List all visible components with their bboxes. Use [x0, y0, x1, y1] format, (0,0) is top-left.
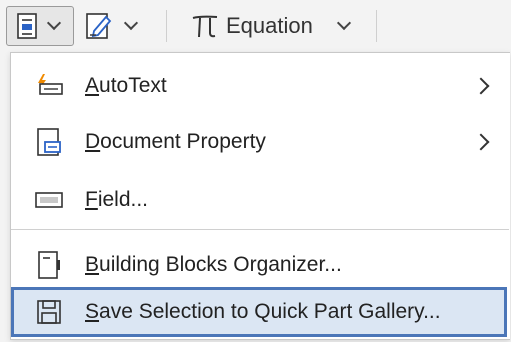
menu-item-label: ave Selection to Quick Part Gallery... — [99, 300, 441, 323]
accelerator-key: S — [85, 300, 100, 323]
accelerator-key: F — [85, 188, 98, 211]
menu-item-autotext[interactable]: AutoText — [11, 58, 509, 114]
chevron-down-icon — [46, 15, 62, 31]
signature-line-button[interactable] — [78, 6, 156, 46]
equation-button[interactable]: Equation — [184, 6, 374, 46]
document-property-icon — [33, 126, 65, 158]
menu-item-label: ocument Property — [100, 130, 266, 153]
menu-item-save-selection-to-gallery[interactable]: Save Selection to Quick Part Gallery... — [11, 287, 507, 337]
save-icon — [33, 296, 65, 328]
ribbon-toolbar: Equation — [0, 0, 511, 52]
signature-line-icon — [84, 11, 114, 41]
menu-item-document-property[interactable]: Document Property — [11, 114, 509, 170]
field-icon — [33, 184, 65, 216]
pi-icon — [190, 11, 220, 41]
building-blocks-icon — [33, 249, 65, 281]
menu-item-label: utoText — [99, 74, 167, 97]
chevron-right-icon — [472, 77, 490, 95]
toolbar-separator — [376, 10, 377, 42]
accelerator-key: D — [85, 130, 101, 153]
toolbar-separator — [166, 10, 167, 42]
menu-item-field[interactable]: Field... — [11, 172, 509, 228]
quick-parts-menu: AutoText Document Property Field... Buil… — [10, 52, 510, 340]
accelerator-key: B — [85, 253, 100, 276]
accelerator-key: A — [85, 74, 100, 97]
quick-parts-icon — [15, 12, 39, 40]
quick-parts-button[interactable] — [6, 6, 74, 46]
menu-divider — [11, 229, 509, 230]
chevron-down-icon — [123, 15, 139, 31]
chevron-down-icon — [336, 15, 351, 31]
chevron-right-icon — [472, 133, 490, 151]
menu-item-label: uilding Blocks Organizer... — [99, 253, 342, 276]
autotext-icon — [33, 70, 65, 102]
menu-item-label: ield... — [97, 188, 149, 211]
equation-label: Equation — [226, 13, 313, 38]
menu-item-building-blocks-organizer[interactable]: Building Blocks Organizer... — [11, 237, 509, 293]
